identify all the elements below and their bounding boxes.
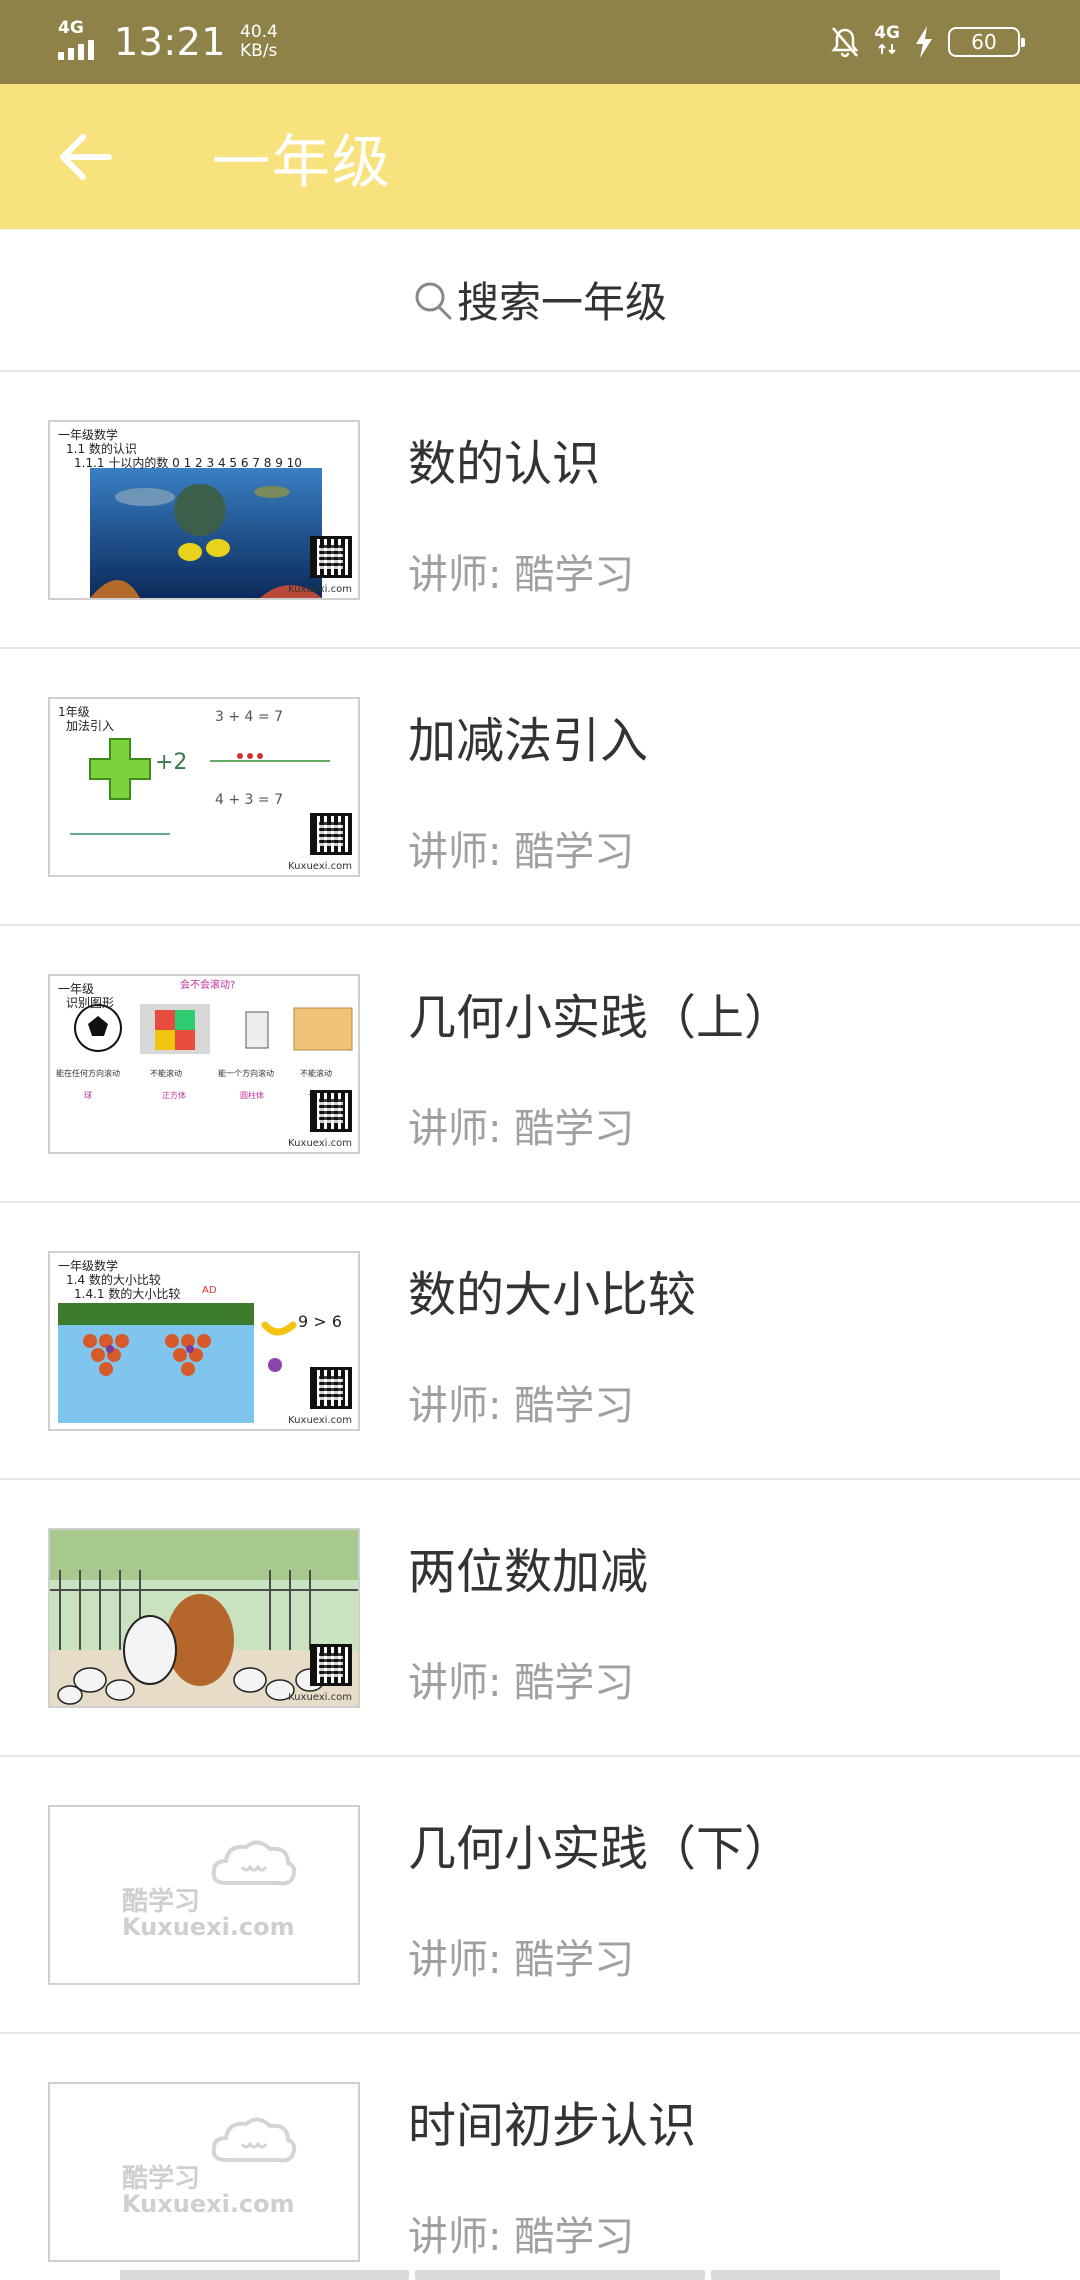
thumbnail-caption-line: 1年级	[58, 705, 90, 719]
course-teacher: 讲师: 酷学习	[408, 552, 635, 598]
cloud-logo-icon	[211, 1840, 297, 1886]
course-teacher: 讲师: 酷学习	[408, 1383, 635, 1429]
course-item[interactable]: 9 > 6 AD 一年级数学 1.4 数的大小比较 1.4.1 数的大小比较 Kuxu…	[0, 1203, 1080, 1480]
thumbnail-caption: 一年级数学 1.1 数的认识 1.1.1 十以内的数 0 1 2 3 4 5 6 7…	[58, 428, 302, 470]
svg-text:9 > 6: 9 > 6	[298, 1312, 342, 1331]
course-title: 时间初步认识	[408, 2098, 697, 2154]
mute-bell-icon	[831, 27, 859, 58]
thumbnail-brand: Kuxuexi.com	[288, 1415, 352, 1426]
course-title: 数的大小比较	[408, 1267, 697, 1323]
battery-level: 60	[971, 30, 997, 54]
thumbnail-caption-line: 1.4 数的大小比较	[66, 1273, 161, 1287]
qr-code	[310, 1367, 352, 1409]
battery-icon: 60	[948, 27, 1025, 57]
status-left: 4G 13:21 40.4 KB/s	[58, 20, 278, 64]
course-list: 一年级数学 1.1 数的认识 1.1.1 十以内的数 0 1 2 3 4 5 6 7…	[0, 372, 1080, 2280]
thumbnail-brand: Kuxuexi.com	[288, 1138, 352, 1149]
thumbnail-caption-line: 识别图形	[66, 996, 115, 1010]
thumbnail-brand: Kuxuexi.com	[288, 861, 352, 872]
placeholder-logo-url: Kuxuexi.com	[122, 1913, 295, 1941]
svg-text:正方体: 正方体	[162, 1090, 186, 1100]
thumbnail-caption-line: 一年级数学	[58, 428, 119, 442]
qr-code	[310, 536, 352, 578]
svg-text:能一个方向滚动: 能一个方向滚动	[218, 1068, 274, 1078]
signal-label: 4G	[58, 18, 84, 38]
course-thumbnail: +2 3 + 4 = 7 4 + 3 = 7 1年级 加法引入 Kuxuexi.co…	[48, 697, 360, 877]
course-thumbnail: 会不会滚动? 能在任何方向滚动 不能滚动 能一个方向滚动 不能滚动 球 正方体 …	[48, 974, 360, 1154]
thumbnail-caption: 1年级 加法引入	[58, 705, 114, 733]
thumbnail-caption-line: 一年级数学	[58, 1259, 119, 1273]
network-speed: 40.4 KB/s	[240, 23, 278, 61]
course-thumbnail: 一年级数学 1.1 数的认识 1.1.1 十以内的数 0 1 2 3 4 5 6 7…	[48, 420, 360, 600]
data-arrows-icon	[878, 43, 896, 55]
thumbnail-brand: Kuxuexi.com	[288, 584, 352, 595]
qr-code	[310, 1644, 352, 1686]
signal-icon: 4G	[58, 18, 106, 62]
search-bar[interactable]: 搜索一年级	[0, 229, 1080, 372]
svg-text:AD: AD	[202, 1285, 217, 1296]
course-title: 加减法引入	[408, 713, 649, 769]
thumbnail-caption-line: 1.1 数的认识	[66, 442, 137, 456]
status-right: 4G 60	[830, 25, 1025, 59]
svg-text:球: 球	[84, 1090, 92, 1100]
svg-text:+2: +2	[155, 750, 187, 775]
svg-text:不能滚动: 不能滚动	[150, 1068, 182, 1078]
qr-code	[310, 813, 352, 855]
course-item[interactable]: 酷学习 Kuxuexi.com 几何小实践（下） 讲师: 酷学习	[0, 1757, 1080, 2034]
scroll-hint	[120, 2270, 1000, 2280]
search-label: 搜索一年级	[456, 278, 667, 327]
qr-code	[310, 1090, 352, 1132]
thumbnail-caption: 一年级数学 1.4 数的大小比较 1.4.1 数的大小比较	[58, 1259, 180, 1301]
status-time: 13:21	[114, 20, 227, 64]
placeholder-logo-url: Kuxuexi.com	[122, 2190, 295, 2218]
course-thumbnail: 酷学习 Kuxuexi.com	[48, 2082, 360, 2262]
svg-text:3 + 4 = 7: 3 + 4 = 7	[215, 709, 283, 725]
course-title: 几何小实践（下）	[408, 1821, 793, 1877]
course-title: 数的认识	[408, 436, 601, 492]
network-speed-unit: KB/s	[240, 41, 278, 61]
back-arrow-icon	[60, 133, 112, 180]
thumbnail-brand: Kuxuexi.com	[288, 1692, 352, 1703]
course-teacher: 讲师: 酷学习	[408, 2214, 635, 2260]
svg-text:会不会滚动?: 会不会滚动?	[180, 978, 235, 991]
network-speed-value: 40.4	[240, 22, 278, 42]
status-bar: 4G 13:21 40.4 KB/s 4G 60	[0, 0, 1080, 84]
svg-text:4 + 3 = 7: 4 + 3 = 7	[215, 792, 283, 808]
cloud-logo-icon	[211, 2117, 297, 2163]
course-item[interactable]: Kuxuexi.com 两位数加减讲师: 酷学习	[0, 1480, 1080, 1757]
course-title: 两位数加减	[408, 1544, 649, 1600]
course-item[interactable]: 会不会滚动? 能在任何方向滚动 不能滚动 能一个方向滚动 不能滚动 球 正方体 …	[0, 926, 1080, 1203]
back-button[interactable]	[40, 112, 130, 202]
page-title: 一年级	[212, 127, 393, 196]
thumbnail-caption-line: 加法引入	[66, 719, 115, 733]
network-type-label: 4G	[874, 23, 900, 43]
svg-text:不能滚动: 不能滚动	[300, 1068, 332, 1078]
network-type: 4G	[874, 25, 900, 59]
thumbnail-caption-line: 1.4.1 数的大小比较	[74, 1287, 181, 1301]
charging-icon	[916, 26, 932, 58]
course-title: 几何小实践（上）	[408, 990, 793, 1046]
course-thumbnail: Kuxuexi.com	[48, 1528, 360, 1708]
course-thumbnail: 酷学习 Kuxuexi.com	[48, 1805, 360, 1985]
svg-text:圆柱体: 圆柱体	[240, 1090, 264, 1100]
search-icon	[415, 282, 452, 319]
app-bar: 一年级	[0, 84, 1080, 229]
course-item[interactable]: 酷学习 Kuxuexi.com 时间初步认识讲师: 酷学习	[0, 2034, 1080, 2280]
course-item[interactable]: 一年级数学 1.1 数的认识 1.1.1 十以内的数 0 1 2 3 4 5 6 7…	[0, 372, 1080, 649]
course-teacher: 讲师: 酷学习	[408, 829, 635, 875]
svg-text:能在任何方向滚动: 能在任何方向滚动	[56, 1068, 120, 1078]
course-teacher: 讲师: 酷学习	[408, 1660, 635, 1706]
thumbnail-caption: 一年级 识别图形	[58, 982, 114, 1010]
course-teacher: 讲师: 酷学习	[408, 1106, 635, 1152]
course-item[interactable]: +2 3 + 4 = 7 4 + 3 = 7 1年级 加法引入 Kuxuexi.co…	[0, 649, 1080, 926]
thumbnail-caption-line: 一年级	[58, 982, 95, 996]
thumbnail-caption-line: 1.1.1 十以内的数 0 1 2 3 4 5 6 7 8 9 10	[74, 456, 302, 470]
course-thumbnail: 9 > 6 AD 一年级数学 1.4 数的大小比较 1.4.1 数的大小比较 Kuxu…	[48, 1251, 360, 1431]
course-teacher: 讲师: 酷学习	[408, 1937, 635, 1983]
